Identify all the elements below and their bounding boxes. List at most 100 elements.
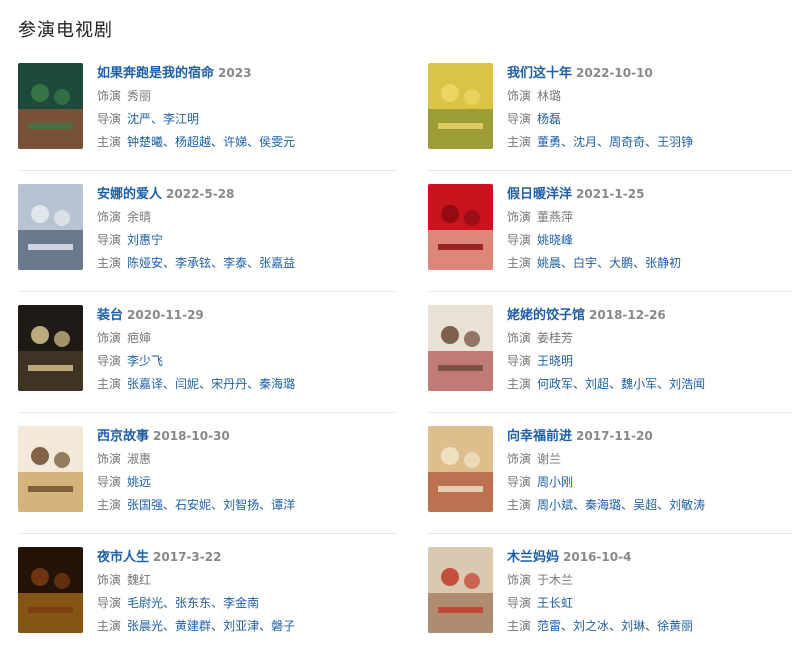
list-separator: 、 xyxy=(259,619,272,633)
cast-link[interactable]: 周小斌 xyxy=(537,498,573,512)
cast-link[interactable]: 秦海璐 xyxy=(585,498,621,512)
show-poster[interactable] xyxy=(428,184,493,270)
list-separator: 、 xyxy=(657,377,670,391)
cast-link[interactable]: 刘琳 xyxy=(621,619,645,633)
cast-label: 主演 xyxy=(507,256,532,270)
cast-link[interactable]: 徐黄丽 xyxy=(657,619,693,633)
role-name: 董燕萍 xyxy=(537,210,574,224)
director-link[interactable]: 张东东 xyxy=(175,596,211,610)
director-link[interactable]: 姚晓峰 xyxy=(537,233,573,247)
cast-link[interactable]: 吴超 xyxy=(633,498,657,512)
show-title-link[interactable]: 装台 xyxy=(97,308,123,323)
show-poster[interactable] xyxy=(18,184,83,270)
cast-link[interactable]: 刘敏涛 xyxy=(669,498,705,512)
cast-link[interactable]: 闫妮 xyxy=(175,377,199,391)
show-info: 装台 2020-11-29 饰演 疤婶 导演 李少飞 主演 张嘉译、闫妮、宋丹丹、秦海璐 xyxy=(97,305,387,392)
cast-link[interactable]: 张国强 xyxy=(127,498,163,512)
show-poster[interactable] xyxy=(428,426,493,512)
cast-link[interactable]: 张嘉译 xyxy=(127,377,163,391)
cast-link[interactable]: 范雷 xyxy=(537,619,561,633)
show-title-link[interactable]: 安娜的爱人 xyxy=(97,187,162,202)
show-poster[interactable] xyxy=(428,63,493,149)
show-title-link[interactable]: 姥姥的饺子馆 xyxy=(507,308,585,323)
role-row: 饰演 于木兰 xyxy=(507,572,792,588)
show-title-link[interactable]: 夜市人生 xyxy=(97,550,149,565)
cast-link[interactable]: 何政军 xyxy=(537,377,573,391)
cast-link[interactable]: 沈月 xyxy=(573,135,597,149)
director-link[interactable]: 毛尉光 xyxy=(127,596,163,610)
cast-link[interactable]: 石安妮 xyxy=(175,498,211,512)
role-label: 饰演 xyxy=(507,89,532,103)
cast-link[interactable]: 侯雯元 xyxy=(259,135,295,149)
show-title-link[interactable]: 假日暖洋洋 xyxy=(507,187,572,202)
cast-link[interactable]: 陈娅安 xyxy=(127,256,163,270)
cast-link[interactable]: 黄建群 xyxy=(175,619,211,633)
cast-label: 主演 xyxy=(97,377,122,391)
cast-link[interactable]: 磐子 xyxy=(271,619,295,633)
show-title-link[interactable]: 西京故事 xyxy=(97,429,149,444)
director-label: 导演 xyxy=(97,112,122,126)
director-link[interactable]: 刘惠宁 xyxy=(127,233,163,247)
cast-link[interactable]: 刘亚津 xyxy=(223,619,259,633)
cast-link[interactable]: 张晨光 xyxy=(127,619,163,633)
show-poster[interactable] xyxy=(18,426,83,512)
show-poster[interactable] xyxy=(428,305,493,391)
cast-row: 主演 范雷、刘之冰、刘琳、徐黄丽 xyxy=(507,618,792,634)
show-date: 2018-10-30 xyxy=(153,429,230,443)
director-link[interactable]: 王长虹 xyxy=(537,596,573,610)
show-title-link[interactable]: 木兰妈妈 xyxy=(507,550,559,565)
cast-link[interactable]: 刘超 xyxy=(585,377,609,391)
director-link[interactable]: 王晓明 xyxy=(537,354,573,368)
cast-link[interactable]: 谭洋 xyxy=(271,498,295,512)
director-link[interactable]: 李金南 xyxy=(223,596,259,610)
cast-link[interactable]: 大鹏 xyxy=(609,256,633,270)
cast-link[interactable]: 刘智扬 xyxy=(223,498,259,512)
cast-link[interactable]: 张嘉益 xyxy=(259,256,295,270)
director-link[interactable]: 姚远 xyxy=(127,475,151,489)
show-title-line: 向幸福前进 2017-11-20 xyxy=(507,426,792,444)
cast-link[interactable]: 秦海璐 xyxy=(259,377,295,391)
director-link[interactable]: 杨磊 xyxy=(537,112,561,126)
show-poster[interactable] xyxy=(428,547,493,633)
director-row: 导演 姚晓峰 xyxy=(507,232,792,248)
show-info: 我们这十年 2022-10-10 饰演 林璐 导演 杨磊 主演 董勇、沈月、周奇奇、王羽铮 xyxy=(507,63,792,150)
director-link[interactable]: 周小刚 xyxy=(537,475,573,489)
cast-link[interactable]: 姚晨 xyxy=(537,256,561,270)
cast-link[interactable]: 白宇 xyxy=(573,256,597,270)
director-label: 导演 xyxy=(507,475,532,489)
list-separator: 、 xyxy=(621,498,634,512)
role-label: 饰演 xyxy=(507,452,532,466)
list-separator: 、 xyxy=(573,498,586,512)
show-poster[interactable] xyxy=(18,305,83,391)
show-poster[interactable] xyxy=(18,547,83,633)
list-separator: 、 xyxy=(247,256,260,270)
list-separator: 、 xyxy=(163,498,176,512)
cast-link[interactable]: 魏小军 xyxy=(621,377,657,391)
cast-link[interactable]: 刘浩闻 xyxy=(669,377,705,391)
show-title-link[interactable]: 我们这十年 xyxy=(507,66,572,81)
show-info: 姥姥的饺子馆 2018-12-26 饰演 姜桂芳 导演 王晓明 主演 何政军、刘超、魏小军、刘… xyxy=(507,305,792,392)
cast-link[interactable]: 王羽铮 xyxy=(657,135,693,149)
cast-link[interactable]: 张静初 xyxy=(645,256,681,270)
cast-link[interactable]: 李泰 xyxy=(223,256,247,270)
row-divider xyxy=(428,170,792,171)
show-title-link[interactable]: 如果奔跑是我的宿命 xyxy=(97,66,214,81)
cast-link[interactable]: 刘之冰 xyxy=(573,619,609,633)
show-info: 木兰妈妈 2016-10-4 饰演 于木兰 导演 王长虹 主演 范雷、刘之冰、刘琳、徐黄丽 xyxy=(507,547,792,634)
show-poster[interactable] xyxy=(18,63,83,149)
list-separator: 、 xyxy=(151,112,164,126)
show-title-link[interactable]: 向幸福前进 xyxy=(507,429,572,444)
cast-link[interactable]: 钟楚曦 xyxy=(127,135,163,149)
cast-link[interactable]: 许娣 xyxy=(223,135,247,149)
list-separator: 、 xyxy=(657,498,670,512)
director-link[interactable]: 沈严 xyxy=(127,112,151,126)
director-row: 导演 杨磊 xyxy=(507,111,792,127)
director-link[interactable]: 李少飞 xyxy=(127,354,163,368)
cast-link[interactable]: 董勇 xyxy=(537,135,561,149)
director-link[interactable]: 李江明 xyxy=(163,112,199,126)
show-date: 2017-11-20 xyxy=(576,429,653,443)
cast-link[interactable]: 杨超越 xyxy=(175,135,211,149)
cast-link[interactable]: 宋丹丹 xyxy=(211,377,247,391)
cast-link[interactable]: 周奇奇 xyxy=(609,135,645,149)
cast-link[interactable]: 李承铉 xyxy=(175,256,211,270)
